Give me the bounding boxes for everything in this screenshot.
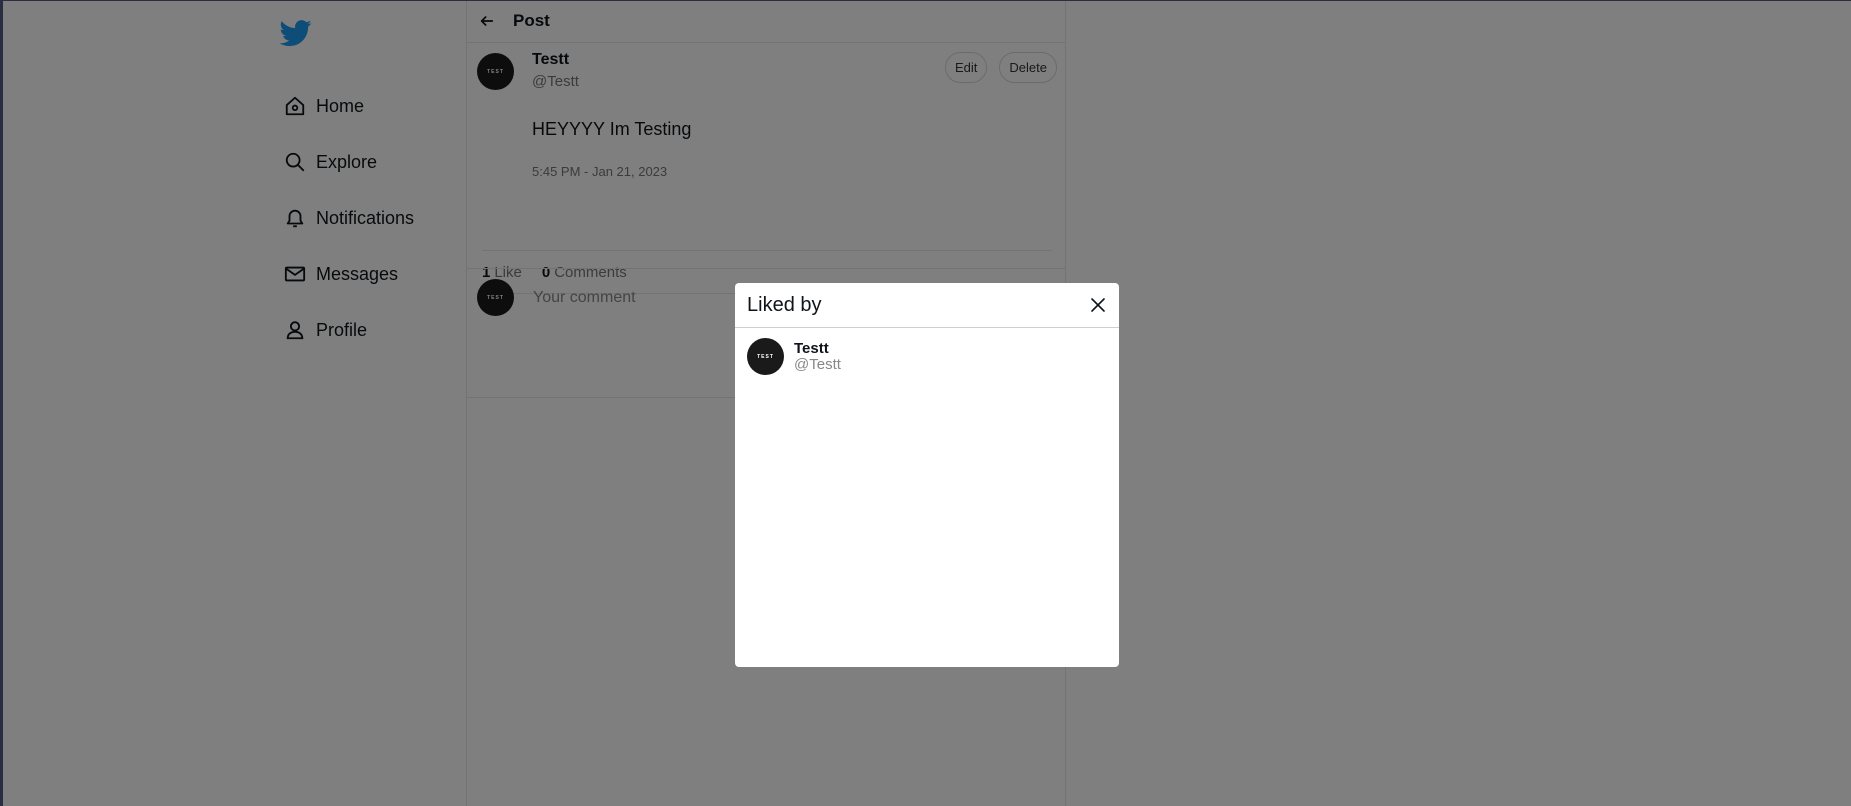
- window-top-border: [0, 0, 1851, 1]
- close-button[interactable]: [1087, 294, 1109, 316]
- list-item[interactable]: TEST Testt @Testt: [735, 328, 1119, 385]
- avatar: TEST: [747, 338, 784, 375]
- avatar-text: TEST: [757, 353, 774, 360]
- modal-title: Liked by: [747, 293, 822, 316]
- liker-name: Testt: [794, 339, 829, 357]
- modal-header: Liked by: [735, 283, 1119, 328]
- liked-by-modal: Liked by TEST Testt @Testt: [735, 283, 1119, 667]
- window-left-border: [0, 0, 3, 806]
- liker-handle: @Testt: [794, 355, 841, 373]
- liker-info: Testt @Testt: [794, 339, 841, 373]
- close-icon: [1091, 298, 1105, 312]
